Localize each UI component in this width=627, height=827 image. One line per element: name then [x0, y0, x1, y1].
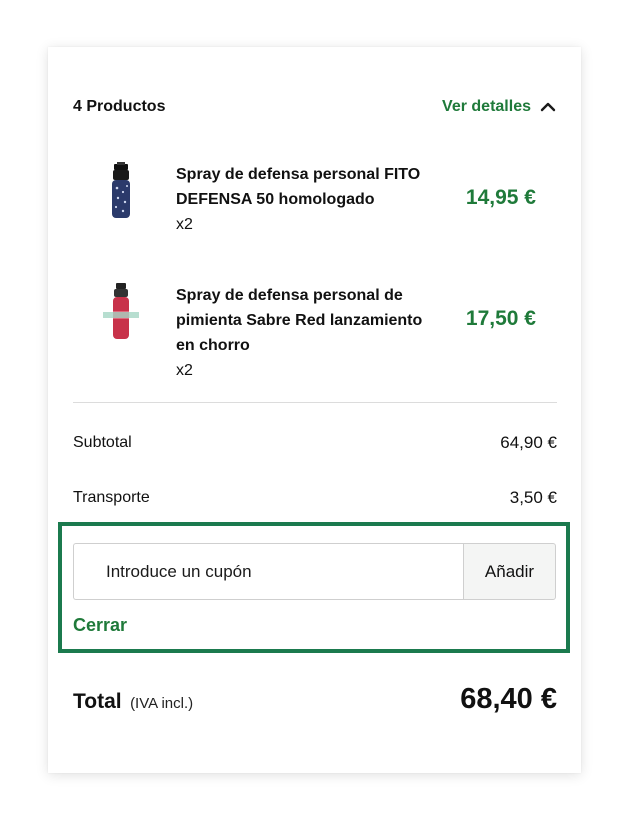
- details-toggle[interactable]: Ver detalles: [442, 98, 557, 116]
- coupon-section: Añadir Cerrar: [58, 522, 570, 653]
- shipping-value: 3,50 €: [509, 488, 557, 507]
- cart-item: Spray de defensa personal de pimienta Sa…: [73, 281, 557, 379]
- product-info: Spray de defensa personal FITO DEFENSA 5…: [176, 162, 426, 237]
- product-price: 14,95 €: [465, 186, 536, 209]
- product-thumbnail[interactable]: [89, 160, 153, 224]
- shipping-row: Transporte 3,50 €: [73, 488, 557, 508]
- total-row: Total (IVA incl.) 68,40 €: [73, 683, 557, 716]
- shipping-label: Transporte: [73, 489, 150, 506]
- close-coupon-link[interactable]: Cerrar: [73, 615, 127, 636]
- product-name[interactable]: Spray de defensa personal de pimienta Sa…: [176, 283, 426, 358]
- total-label: Total: [73, 690, 122, 713]
- summary-header: 4 Productos Ver detalles: [73, 95, 557, 119]
- product-thumbnail[interactable]: [89, 281, 153, 345]
- product-name[interactable]: Spray de defensa personal FITO DEFENSA 5…: [176, 162, 426, 212]
- product-quantity: x2: [176, 362, 193, 379]
- details-toggle-label: Ver detalles: [442, 98, 531, 115]
- coupon-input-group: Añadir: [73, 543, 556, 600]
- product-price: 17,50 €: [465, 307, 536, 330]
- cart-item: Spray de defensa personal FITO DEFENSA 5…: [73, 160, 557, 233]
- order-summary-card: 4 Productos Ver detalles Spray de defens…: [48, 47, 581, 773]
- divider: [73, 402, 557, 403]
- total-value: 68,40 €: [460, 683, 557, 715]
- subtotal-row: Subtotal 64,90 €: [73, 433, 557, 453]
- product-quantity: x2: [176, 216, 193, 233]
- pepper-spray-blue-icon: [112, 162, 130, 218]
- products-count: 4 Productos: [73, 98, 166, 115]
- chevron-up-icon: [540, 102, 556, 112]
- tax-note: (IVA incl.): [130, 695, 194, 712]
- subtotal-label: Subtotal: [73, 434, 132, 451]
- apply-coupon-button[interactable]: Añadir: [463, 543, 556, 600]
- coupon-input[interactable]: [73, 543, 463, 600]
- pepper-spray-red-icon: [103, 283, 139, 339]
- subtotal-value: 64,90 €: [500, 433, 557, 452]
- product-info: Spray de defensa personal de pimienta Sa…: [176, 283, 426, 383]
